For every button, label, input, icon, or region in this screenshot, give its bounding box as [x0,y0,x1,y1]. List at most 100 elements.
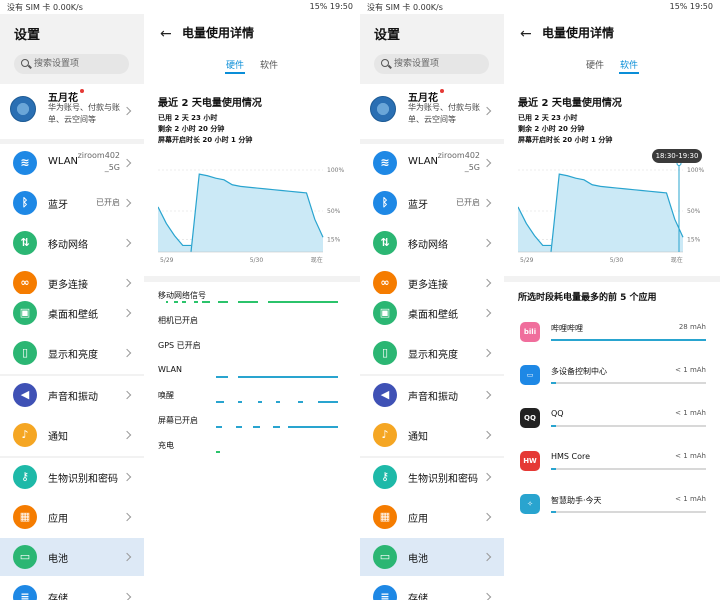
settings-item[interactable]: ▯ 显示和亮度 [0,334,144,372]
wifi-icon: ≋ [13,151,37,175]
hardware-usage-bar [253,426,260,428]
settings-item[interactable]: ⇅ 移动网络 [360,224,504,262]
chevron-right-icon [122,552,132,562]
key-icon: ⚷ [13,465,37,489]
status-left: 没有 SIM 卡 0.00K/s [7,3,83,12]
app-name: QQ [551,409,564,418]
usage-track [551,425,706,427]
settings-item[interactable]: ᛒ 蓝牙 已开启 [0,184,144,222]
tab-hardware[interactable]: 硬件 [226,58,244,71]
wallpaper-icon: ▣ [373,301,397,325]
battery-chart[interactable]: 100% 50% 15% 5/29 5/30 现在 [518,162,718,270]
x-tick-label: 现在 [671,256,683,264]
battery-chart[interactable]: 100% 50% 15% 5/29 5/30 现在 [158,162,358,270]
settings-group-system: ⚷ 生物识别和密码 ▦ 应用 ▭ 电池 ≡ 存储 [0,458,144,600]
chevron-right-icon [122,308,132,318]
link-icon: ∞ [13,271,37,295]
settings-item[interactable]: ▭ 电池 [0,538,144,576]
settings-item[interactable]: ⚷ 生物识别和密码 [0,458,144,496]
hardware-usage-bar [182,301,186,303]
settings-item-label: 应用 [408,514,428,525]
settings-item[interactable]: ♪ 通知 [0,416,144,454]
app-usage-value: < 1 mAh [675,409,706,417]
app-usage-row[interactable]: HW HMS Core < 1 mAh [504,443,720,486]
wallpaper-icon: ▣ [13,301,37,325]
settings-item[interactable]: ◀ 声音和振动 [360,376,504,414]
chevron-right-icon [482,278,492,288]
notification-dot [440,89,444,93]
settings-group-sound: ◀ 声音和振动 ♪ 通知 [360,376,504,456]
settings-item[interactable]: ◀ 声音和振动 [0,376,144,414]
chevron-right-icon [482,552,492,562]
tab-software[interactable]: 软件 [260,58,278,71]
app-usage-row[interactable]: ▭ 多设备控制中心 < 1 mAh [504,357,720,400]
settings-item[interactable]: ≋ WLAN ziroom402 _5G [0,144,144,182]
key-icon: ⚷ [373,465,397,489]
back-arrow-icon[interactable]: ← [160,26,172,42]
tab-indicator [225,72,245,74]
tab-hardware[interactable]: 硬件 [586,58,604,71]
settings-item[interactable]: ▦ 应用 [0,498,144,536]
qq-icon: QQ [520,408,540,428]
screen-on-time: 屏幕开启时长 20 小时 1 分钟 [518,136,613,144]
app-name: 智慧助手·今天 [551,496,602,505]
settings-item-label: WLAN [408,156,439,167]
hardware-usage-bar [258,401,262,403]
y-tick-label: 15% [687,237,701,244]
settings-item[interactable]: ▭ 电池 [360,538,504,576]
usage-track [551,382,706,384]
hardware-usage-bar [268,301,338,303]
tab-software[interactable]: 软件 [620,58,638,71]
account-row[interactable]: 五月花 华为账号、付款与账单、云空间等 [0,84,144,139]
screen-hardware: 没有 SIM 卡 0.00K/s 15% 19:50 设置 搜索设置项 五月花 … [0,0,360,600]
settings-item-label: 更多连接 [48,280,88,291]
battery-area-segment [191,174,323,252]
settings-item-label: 通知 [48,432,68,443]
settings-item[interactable]: ▣ 桌面和壁纸 [360,294,504,332]
settings-item-value: 已开启 [96,198,120,207]
hardware-usage-bar [318,401,338,403]
hardware-usage-bar [216,451,220,453]
app-usage-row[interactable]: bili 哔哩哔哩 28 mAh [504,314,720,357]
app-name: 哔哩哔哩 [551,324,583,333]
app-usage-row[interactable]: ✧ 智慧助手·今天 < 1 mAh [504,486,720,529]
hardware-row-label: GPS 已开启 [158,341,201,350]
account-row[interactable]: 五月花 华为账号、付款与账单、云空间等 [360,84,504,139]
settings-item[interactable]: ⚷ 生物识别和密码 [360,458,504,496]
settings-item[interactable]: ▦ 应用 [360,498,504,536]
usage-track [551,511,706,513]
settings-item-label: 通知 [408,432,428,443]
section-divider [144,276,360,282]
settings-item-label: 生物识别和密码 [48,474,118,485]
chevron-right-icon [482,390,492,400]
settings-item[interactable]: ≡ 存储 [360,578,504,600]
hardware-usage-bar [216,401,224,403]
settings-title: 设置 [14,28,41,43]
settings-item[interactable]: ≋ WLAN ziroom402 _5G [360,144,504,182]
search-input[interactable]: 搜索设置项 [374,54,489,74]
y-tick-label: 100% [327,167,344,174]
settings-item[interactable]: ▣ 桌面和壁纸 [0,294,144,332]
search-input[interactable]: 搜索设置项 [14,54,129,74]
chevron-right-icon [482,592,492,600]
storage-icon: ≡ [13,585,37,600]
account-desc: 华为账号、付款与账单、云空间等 [48,103,120,124]
app-usage-row[interactable]: QQ QQ < 1 mAh [504,400,720,443]
back-arrow-icon[interactable]: ← [520,26,532,42]
hardware-usage-bar [238,401,242,403]
chevron-right-icon [122,158,132,168]
settings-item[interactable]: ᛒ 蓝牙 已开启 [360,184,504,222]
settings-item[interactable]: ▯ 显示和亮度 [360,334,504,372]
settings-item[interactable]: ≡ 存储 [0,578,144,600]
apps-section-title: 所选时段耗电量最多的前 5 个应用 [518,293,657,303]
y-tick-label: 50% [687,208,701,215]
settings-item-label: 声音和振动 [408,392,458,403]
battery-detail-hardware: ← 电量使用详情 硬件 软件 最近 2 天电量使用情况 已用 2 天 23 小时… [144,14,360,600]
usage-fill [551,511,556,513]
time-range-tooltip: 18:30-19:30 [652,149,702,163]
settings-item[interactable]: ♪ 通知 [360,416,504,454]
hardware-usage-bar [236,426,242,428]
usage-fill [551,468,556,470]
link-icon: ∞ [373,271,397,295]
settings-item[interactable]: ⇅ 移动网络 [0,224,144,262]
